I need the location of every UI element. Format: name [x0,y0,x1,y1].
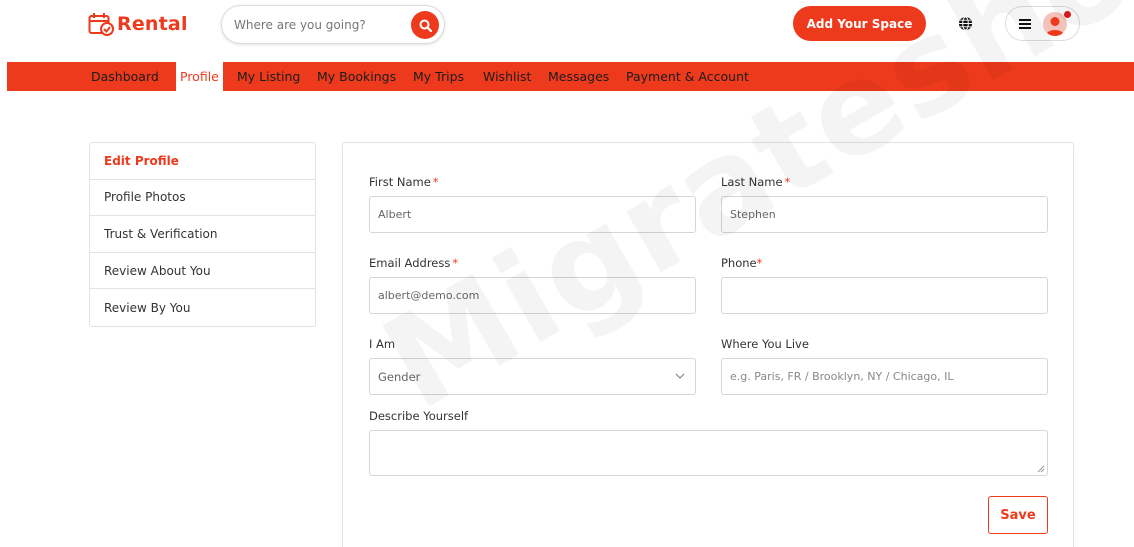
edit-profile-form: First Name* Last Name* Email Address* Ph… [342,142,1074,547]
globe-icon [958,16,973,31]
where-you-live-input[interactable] [730,370,1047,383]
first-name-label: First Name * [369,175,439,189]
brand-name: Rental [117,13,188,35]
last-name-input[interactable] [730,208,1047,221]
last-name-field[interactable] [721,196,1048,233]
gender-select[interactable]: Gender [369,358,696,395]
nav-item-my-bookings[interactable]: My Bookings [317,62,396,91]
first-name-field[interactable] [369,196,696,233]
notification-dot [1064,11,1071,18]
nav-item-dashboard[interactable]: Dashboard [91,62,159,91]
first-name-input[interactable] [378,208,695,221]
email-input[interactable] [378,289,695,302]
side-item-trust-verification[interactable]: Trust & Verification [90,216,315,253]
save-button[interactable]: Save [988,496,1048,534]
email-field[interactable] [369,277,696,314]
user-menu-button[interactable] [1005,6,1080,41]
nav-item-wishlist[interactable]: Wishlist [483,62,531,91]
nav-item-messages[interactable]: Messages [548,62,609,91]
phone-label: Phone* [721,256,763,270]
hamburger-icon [1019,19,1031,29]
chevron-down-icon [675,373,685,379]
side-item-review-by-you[interactable]: Review By You [90,289,315,326]
i-am-label: I Am [369,337,396,351]
nav-item-my-listing[interactable]: My Listing [237,62,300,91]
where-you-live-field[interactable] [721,358,1048,395]
side-item-profile-photos[interactable]: Profile Photos [90,180,315,217]
side-item-edit-profile[interactable]: Edit Profile [90,143,315,180]
nav-item-profile[interactable]: Profile [176,62,223,91]
profile-side-menu: Edit Profile Profile Photos Trust & Veri… [89,142,316,327]
nav-item-my-trips[interactable]: My Trips [413,62,464,91]
where-you-live-label: Where You Live [721,337,809,351]
calendar-check-icon [88,13,114,36]
resize-grip-icon[interactable] [1037,465,1045,473]
add-your-space-button[interactable]: Add Your Space [793,6,926,41]
phone-input[interactable] [730,289,1047,302]
search-button[interactable] [411,11,439,39]
gender-select-value: Gender [378,369,421,384]
search-bar [221,5,445,44]
last-name-label: Last Name * [721,175,791,189]
search-icon [419,19,432,32]
top-header: Rental Add Your Space [0,0,1134,62]
search-input[interactable] [234,17,404,32]
side-item-review-about-you[interactable]: Review About You [90,253,315,290]
dashboard-nav: Dashboard Profile My Listing My Bookings… [7,62,1134,91]
language-button[interactable] [958,16,973,35]
nav-item-payment-account[interactable]: Payment & Account [626,62,749,91]
describe-yourself-textarea[interactable] [369,430,1048,476]
brand-logo[interactable]: Rental [88,12,188,36]
describe-yourself-label: Describe Yourself [369,409,469,423]
phone-field[interactable] [721,277,1048,314]
email-label: Email Address * [369,256,459,270]
